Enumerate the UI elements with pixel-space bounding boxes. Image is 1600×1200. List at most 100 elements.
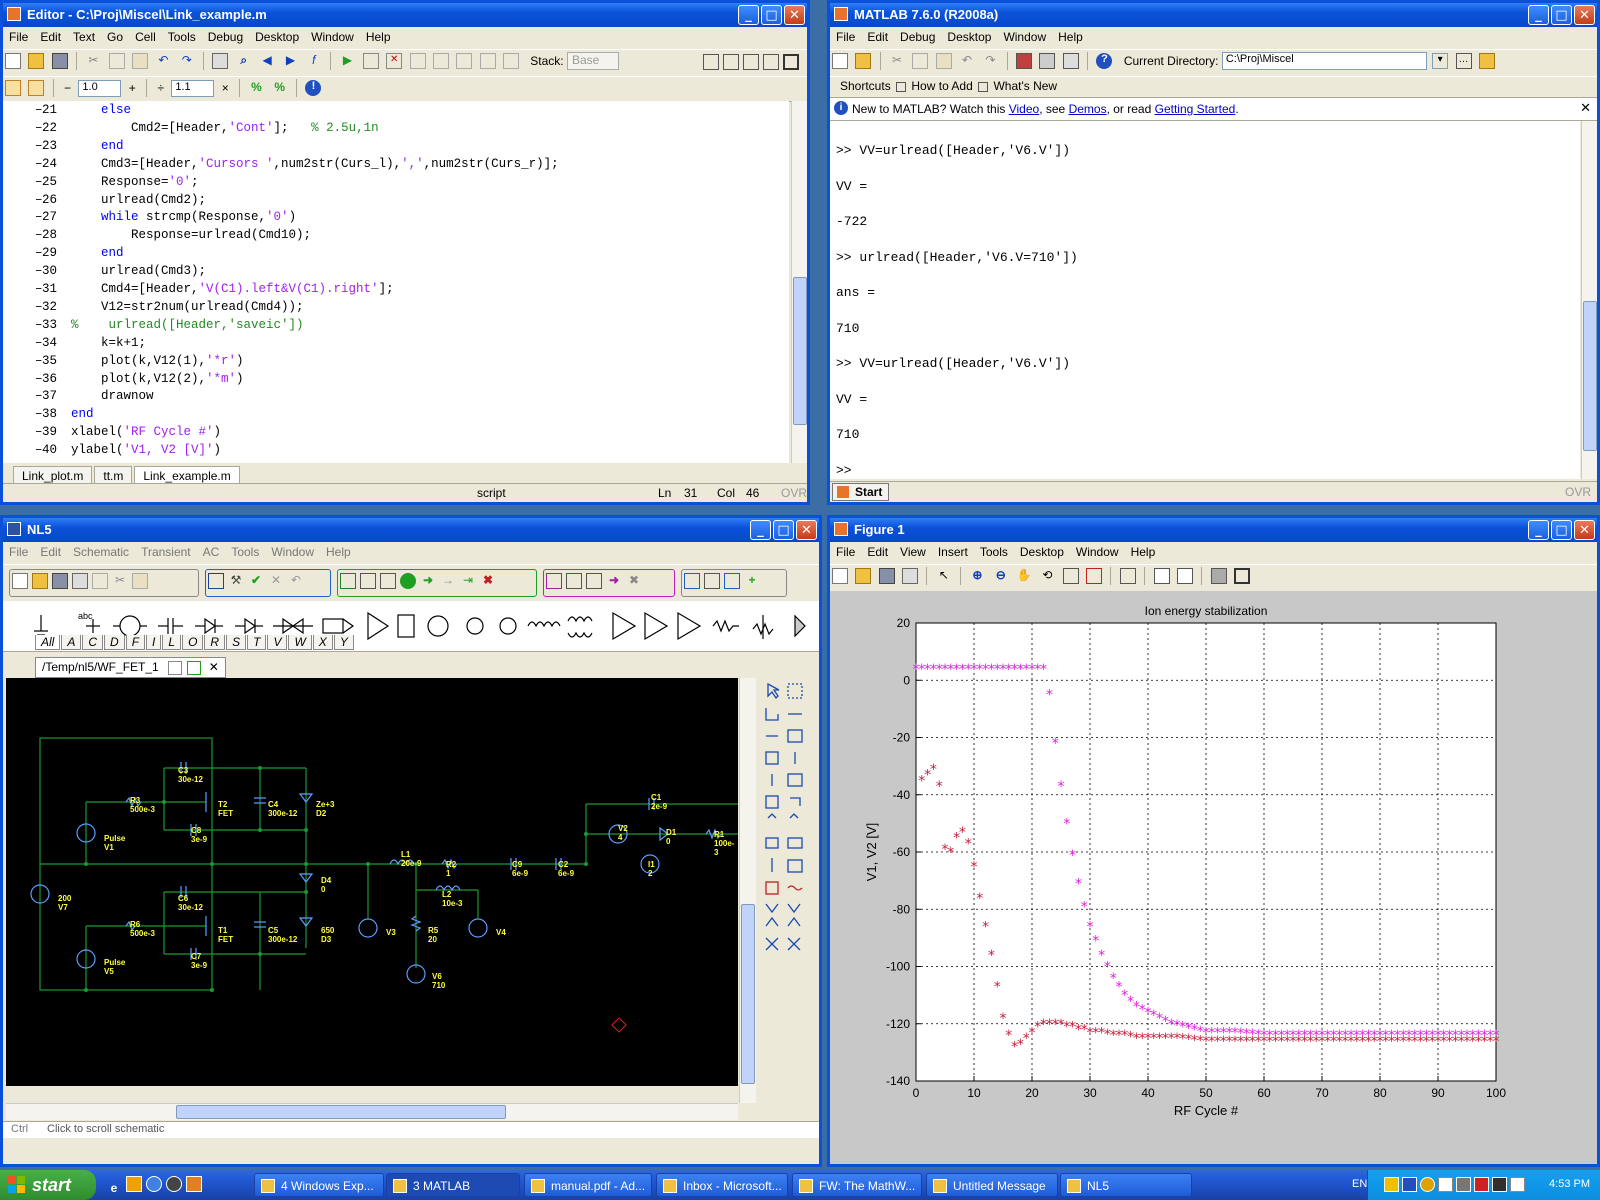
- maximize-doc-icon[interactable]: [783, 54, 799, 70]
- code-line[interactable]: urlread(Cmd3);: [101, 264, 206, 278]
- clock[interactable]: 4:53 PM: [1549, 1178, 1590, 1190]
- pointer-icon[interactable]: ↖: [936, 568, 952, 584]
- legend-icon[interactable]: [1176, 568, 1193, 584]
- paste-icon[interactable]: [935, 53, 952, 69]
- menu-transient[interactable]: Transient: [135, 542, 197, 559]
- comment-icon[interactable]: %: [248, 80, 264, 96]
- code-line[interactable]: end: [71, 407, 94, 421]
- breakpoint-icon[interactable]: [362, 53, 379, 69]
- back-icon[interactable]: ◀: [259, 53, 275, 69]
- line-marker[interactable]: –: [35, 175, 43, 189]
- component-label[interactable]: L2 10e-3: [442, 890, 462, 908]
- function-icon[interactable]: f: [306, 53, 322, 69]
- component-label[interactable]: L1 20e-9: [401, 850, 421, 868]
- open-folder-icon[interactable]: [855, 53, 872, 69]
- float-icon[interactable]: [763, 54, 779, 70]
- run-icon[interactable]: ▶: [340, 53, 356, 69]
- menu-cell[interactable]: Cell: [129, 27, 162, 44]
- menu-tools[interactable]: Tools: [162, 27, 202, 44]
- command-window[interactable]: >> VV=urlread([Header,'V6.V']) VV = -722 >>…: [830, 121, 1580, 479]
- menu-debug[interactable]: Debug: [202, 27, 249, 44]
- tray-icon[interactable]: [1420, 1177, 1435, 1192]
- component-label[interactable]: 200 V7: [58, 894, 71, 912]
- taskbar-item[interactable]: manual.pdf - Ad...: [524, 1173, 652, 1197]
- schematic-view-icon[interactable]: [168, 660, 183, 675]
- new-figure-icon[interactable]: [832, 568, 848, 584]
- new-file-icon[interactable]: [832, 53, 848, 69]
- split-horizontal-icon[interactable]: [743, 54, 759, 70]
- code-area[interactable]: 21– else 22– Cmd2=[Header,'Cont']; % 2.5u,1…: [3, 101, 789, 463]
- quicklaunch-icon[interactable]: [186, 1176, 202, 1192]
- menu-insert[interactable]: Insert: [932, 542, 974, 559]
- print-icon[interactable]: [212, 53, 229, 69]
- close-tab-icon[interactable]: ✕: [209, 660, 219, 674]
- component-tab[interactable]: R: [204, 635, 226, 650]
- line-marker[interactable]: –: [35, 443, 43, 457]
- cut-icon[interactable]: ✂: [85, 53, 101, 69]
- code-line[interactable]: V12=str2num(urlread(Cmd4));: [101, 300, 304, 314]
- component-tab[interactable]: D: [104, 635, 125, 650]
- check-icon[interactable]: ✔: [248, 573, 264, 589]
- component-label[interactable]: C8 3e-9: [191, 826, 207, 844]
- maximize-button[interactable]: □: [761, 5, 782, 25]
- code-line[interactable]: else: [101, 103, 131, 117]
- schematic-hscroll-thumb[interactable]: [176, 1105, 506, 1119]
- menu-edit[interactable]: Edit: [861, 542, 894, 559]
- close-button[interactable]: ✕: [1574, 5, 1595, 25]
- component-tab[interactable]: I: [146, 635, 162, 650]
- code-line[interactable]: ylabel('V1, V2 [V]'): [71, 443, 221, 457]
- evaluate-cell-icon[interactable]: [28, 80, 45, 96]
- line-marker[interactable]: –: [35, 228, 43, 242]
- plus-icon[interactable]: +: [129, 81, 136, 95]
- minimize-button[interactable]: _: [1528, 5, 1549, 25]
- maximize-button[interactable]: □: [773, 520, 794, 540]
- printer-icon[interactable]: [1438, 1177, 1453, 1192]
- taskbar-item[interactable]: NL5: [1060, 1173, 1192, 1197]
- transient-run-icon[interactable]: [400, 573, 416, 589]
- schematic-vscroll-thumb[interactable]: [741, 904, 755, 1084]
- schematic-hscroll[interactable]: [6, 1103, 738, 1120]
- component-label[interactable]: C1 2e-9: [651, 793, 667, 811]
- copy-icon[interactable]: [912, 53, 929, 69]
- component-label[interactable]: V3: [386, 928, 396, 937]
- decrement-field[interactable]: 1.0: [78, 79, 122, 97]
- media-icon[interactable]: [166, 1176, 182, 1192]
- component-label[interactable]: C6 30e-12: [178, 894, 203, 912]
- minimize-button[interactable]: _: [1528, 520, 1549, 540]
- taskbar-item[interactable]: FW: The MathW...: [792, 1173, 922, 1197]
- cut-icon[interactable]: ✂: [889, 53, 905, 69]
- component-label[interactable]: C3 30e-12: [178, 766, 203, 784]
- transient-settings-icon[interactable]: [360, 573, 376, 589]
- code-line[interactable]: % urlread([Header,'saveic']): [71, 318, 304, 332]
- brush-icon[interactable]: [1086, 568, 1103, 584]
- transient-graph-icon[interactable]: [340, 573, 356, 589]
- component-label[interactable]: Pulse V5: [104, 958, 125, 976]
- menu-tools[interactable]: Tools: [225, 542, 265, 559]
- data-cursor-icon[interactable]: [1062, 568, 1079, 584]
- line-marker[interactable]: –: [35, 318, 43, 332]
- tray-icon[interactable]: [1384, 1177, 1399, 1192]
- undo-icon[interactable]: ↶: [959, 53, 975, 69]
- close-info-icon[interactable]: ✕: [1580, 100, 1591, 116]
- taskbar-item[interactable]: Inbox - Microsoft...: [656, 1173, 788, 1197]
- component-tab[interactable]: X: [312, 635, 333, 650]
- menu-desktop[interactable]: Desktop: [1014, 542, 1070, 559]
- line-marker[interactable]: –: [35, 139, 43, 153]
- print-icon[interactable]: [72, 573, 88, 589]
- quicklaunch-icon[interactable]: [126, 1176, 142, 1192]
- line-marker[interactable]: –: [35, 389, 43, 403]
- menu-file[interactable]: File: [830, 27, 861, 44]
- whats-new-link[interactable]: What's New: [993, 79, 1057, 93]
- link-plot-icon[interactable]: [1119, 568, 1136, 584]
- new-file-icon[interactable]: [5, 53, 21, 69]
- add-icon[interactable]: +: [744, 573, 760, 589]
- getting-started-link[interactable]: Getting Started: [1155, 102, 1236, 116]
- maximize-button[interactable]: □: [1551, 520, 1572, 540]
- code-line[interactable]: plot(k,V12(2),'*m'): [101, 372, 244, 386]
- graph-view-icon[interactable]: [187, 660, 202, 675]
- taskbar-item[interactable]: 3 MATLAB: [386, 1173, 520, 1197]
- menu-help[interactable]: Help: [360, 27, 397, 44]
- component-icon[interactable]: [208, 573, 224, 589]
- forward-icon[interactable]: ▶: [282, 53, 298, 69]
- code-line[interactable]: urlread(Cmd2);: [101, 193, 206, 207]
